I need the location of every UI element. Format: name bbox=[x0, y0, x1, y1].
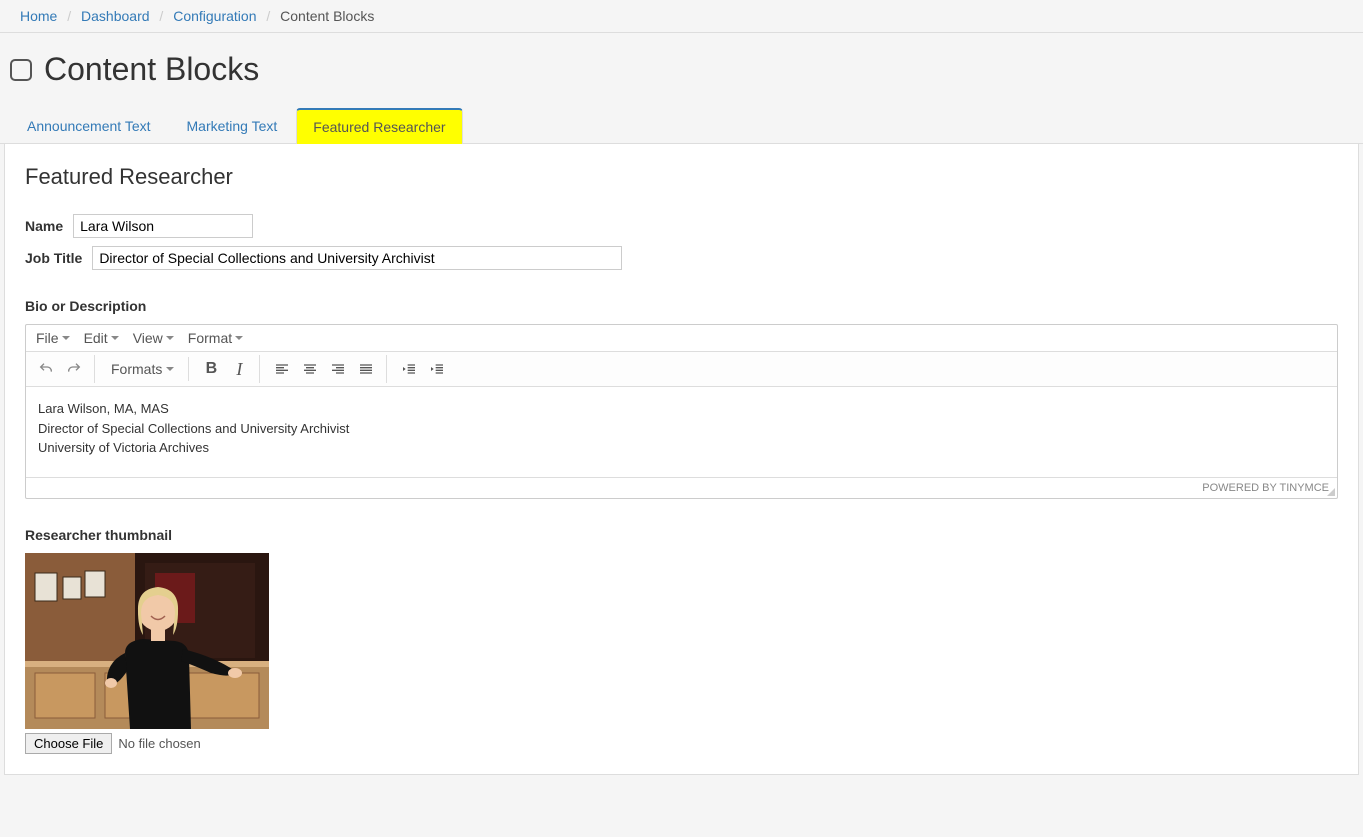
bio-line: Lara Wilson, MA, MAS bbox=[38, 399, 1325, 419]
page-header: Content Blocks bbox=[0, 33, 1363, 88]
indent-button[interactable] bbox=[423, 355, 451, 383]
thumbnail-label: Researcher thumbnail bbox=[25, 527, 1338, 543]
menu-view[interactable]: View bbox=[133, 330, 174, 346]
content-blocks-icon bbox=[10, 59, 32, 81]
bio-label: Bio or Description bbox=[25, 298, 1338, 314]
section-heading: Featured Researcher bbox=[25, 164, 1338, 190]
redo-button[interactable] bbox=[60, 355, 88, 383]
page-title: Content Blocks bbox=[44, 51, 259, 88]
researcher-thumbnail bbox=[25, 553, 269, 729]
undo-icon bbox=[38, 361, 54, 377]
align-justify-icon bbox=[358, 361, 374, 377]
bold-button[interactable]: B bbox=[197, 355, 225, 383]
editor-body[interactable]: Lara Wilson, MA, MAS Director of Special… bbox=[26, 387, 1337, 477]
chevron-down-icon bbox=[166, 336, 174, 340]
name-label: Name bbox=[25, 218, 63, 234]
chevron-down-icon bbox=[111, 336, 119, 340]
breadcrumb: Home / Dashboard / Configuration / Conte… bbox=[0, 0, 1363, 33]
outdent-button[interactable] bbox=[395, 355, 423, 383]
align-justify-button[interactable] bbox=[352, 355, 380, 383]
menu-format[interactable]: Format bbox=[188, 330, 243, 346]
resize-grip[interactable] bbox=[1325, 486, 1335, 496]
tab-announcement-text[interactable]: Announcement Text bbox=[10, 108, 168, 143]
menu-file[interactable]: File bbox=[36, 330, 70, 346]
breadcrumb-sep: / bbox=[266, 8, 270, 24]
thumbnail-image bbox=[25, 553, 269, 729]
breadcrumb-current: Content Blocks bbox=[280, 8, 374, 24]
bio-editor: File Edit View Format Formats B I bbox=[25, 324, 1338, 499]
align-left-button[interactable] bbox=[268, 355, 296, 383]
undo-button[interactable] bbox=[32, 355, 60, 383]
breadcrumb-sep: / bbox=[159, 8, 163, 24]
menu-edit[interactable]: Edit bbox=[84, 330, 119, 346]
name-input[interactable] bbox=[73, 214, 253, 238]
breadcrumb-sep: / bbox=[67, 8, 71, 24]
chevron-down-icon bbox=[62, 336, 70, 340]
align-center-button[interactable] bbox=[296, 355, 324, 383]
align-left-icon bbox=[274, 361, 290, 377]
row-jobtitle: Job Title bbox=[25, 246, 1338, 270]
align-right-button[interactable] bbox=[324, 355, 352, 383]
jobtitle-input[interactable] bbox=[92, 246, 622, 270]
breadcrumb-configuration[interactable]: Configuration bbox=[173, 8, 256, 24]
editor-menu: File Edit View Format bbox=[26, 325, 1337, 352]
align-center-icon bbox=[302, 361, 318, 377]
bio-line: University of Victoria Archives bbox=[38, 438, 1325, 458]
jobtitle-label: Job Title bbox=[25, 250, 82, 266]
choose-file-button[interactable]: Choose File bbox=[25, 733, 112, 754]
file-picker: Choose File No file chosen bbox=[25, 733, 1338, 754]
chevron-down-icon bbox=[235, 336, 243, 340]
tabs: Announcement Text Marketing Text Feature… bbox=[0, 88, 1363, 144]
tab-marketing-text[interactable]: Marketing Text bbox=[170, 108, 295, 143]
editor-footer: POWERED BY TINYMCE bbox=[26, 477, 1337, 498]
row-name: Name bbox=[25, 214, 1338, 238]
editor-toolbar: Formats B I bbox=[26, 352, 1337, 387]
chevron-down-icon bbox=[166, 367, 174, 371]
powered-by-label: POWERED BY TINYMCE bbox=[1202, 482, 1329, 494]
align-right-icon bbox=[330, 361, 346, 377]
redo-icon bbox=[66, 361, 82, 377]
panel-featured-researcher: Featured Researcher Name Job Title Bio o… bbox=[4, 144, 1359, 775]
formats-dropdown[interactable]: Formats bbox=[103, 357, 182, 381]
breadcrumb-dashboard[interactable]: Dashboard bbox=[81, 8, 150, 24]
outdent-icon bbox=[401, 361, 417, 377]
breadcrumb-home[interactable]: Home bbox=[20, 8, 57, 24]
indent-icon bbox=[429, 361, 445, 377]
bio-line: Director of Special Collections and Univ… bbox=[38, 419, 1325, 439]
tab-featured-researcher[interactable]: Featured Researcher bbox=[296, 108, 462, 144]
file-status: No file chosen bbox=[118, 736, 200, 751]
italic-button[interactable]: I bbox=[225, 355, 253, 383]
